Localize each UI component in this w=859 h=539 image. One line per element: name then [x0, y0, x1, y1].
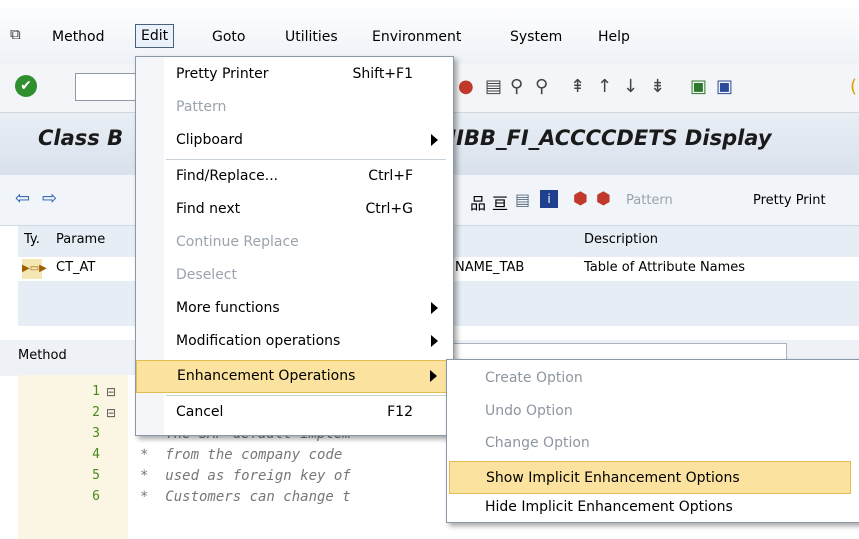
col-parameter-header: Parame [56, 232, 106, 247]
menu-item-cancel[interactable]: Cancel F12 [136, 397, 453, 430]
collapse-icon[interactable]: ⊟ [106, 406, 116, 420]
code-line: * Customers can change t [140, 489, 351, 505]
list-icon[interactable]: ▤ [515, 190, 530, 209]
menu-item-create-option: Create Option [485, 370, 583, 386]
menu-item-show-implicit-enhancement-options[interactable]: Show Implicit Enhancement Options [449, 461, 851, 494]
help-icon[interactable]: ( [850, 76, 857, 98]
line-number: 6 [92, 489, 100, 504]
menu-item-find-next[interactable]: Find next Ctrl+G [136, 194, 453, 227]
menu-item-pattern: Pattern [176, 99, 227, 115]
prev-page-icon[interactable]: ↑ [597, 76, 612, 98]
param-description: Table of Attribute Names [584, 260, 746, 275]
submenu-arrow-icon [430, 370, 437, 382]
changing-param-icon: ▶▭▶ [22, 259, 47, 279]
print-icon[interactable]: ▤ [485, 76, 502, 98]
menu-item-find-replace[interactable]: Find/Replace... Ctrl+F [136, 161, 453, 194]
enter-check-icon[interactable]: ✔ [15, 75, 37, 97]
menu-separator [166, 159, 446, 160]
menu-system[interactable]: System [510, 27, 562, 47]
menu-item-deselect: Deselect [176, 267, 237, 283]
pretty-printer-button[interactable]: Pretty Print [753, 193, 826, 208]
menu-item-change-option: Change Option [485, 435, 590, 451]
col-description-header: Description [584, 232, 659, 247]
menu-item-pretty-printer[interactable]: Pretty Printer Shift+F1 [136, 59, 453, 92]
line-number: 2 [92, 405, 100, 420]
code-line: * from the company code [140, 447, 343, 463]
submenu-arrow-icon [431, 335, 438, 347]
enhancement-operations-submenu: Create Option Undo Option Change Option … [446, 359, 859, 523]
line-number: 3 [92, 426, 100, 441]
enhancement-stop-icon[interactable]: ⬢ [596, 189, 611, 209]
submenu-arrow-icon [431, 302, 438, 314]
col-type-header: Ty. [24, 232, 40, 247]
menu-item-undo-option: Undo Option [485, 403, 573, 419]
pattern-button[interactable]: Pattern [626, 193, 673, 208]
menu-environment[interactable]: Environment [372, 27, 461, 47]
menu-item-enhancement-operations[interactable]: Enhancement Operations [136, 360, 453, 393]
back-arrow-icon[interactable]: ⇦ [15, 188, 30, 209]
menu-edit[interactable]: Edit [135, 24, 175, 48]
edit-menu: Pretty Printer Shift+F1 Pattern Clipboar… [135, 56, 454, 436]
param-name: CT_AT [56, 260, 96, 275]
find-next-icon[interactable]: ⚲ [535, 76, 548, 98]
next-page-icon[interactable]: ↓ [623, 76, 638, 98]
menu-item-modification-operations[interactable]: Modification operations [136, 326, 453, 359]
code-line: * used as foreign key of [140, 468, 351, 484]
menu-item-continue-replace: Continue Replace [176, 234, 299, 250]
last-page-icon[interactable]: ⇟ [650, 76, 665, 98]
shortcut-icon[interactable]: ▣ [716, 76, 733, 98]
structure-icon[interactable]: 亘 [492, 190, 508, 214]
line-number: 5 [92, 468, 100, 483]
forward-arrow-icon[interactable]: ⇨ [42, 188, 57, 209]
cancel-icon[interactable]: ● [458, 76, 474, 98]
find-icon[interactable]: ⚲ [510, 76, 523, 98]
command-field[interactable] [75, 73, 139, 101]
line-number: 1 [92, 384, 100, 399]
param-type: NAME_TAB [455, 260, 525, 275]
menu-item-more-functions[interactable]: More functions [136, 293, 453, 326]
line-number: 4 [92, 447, 100, 462]
menu-help[interactable]: Help [598, 27, 630, 47]
collapse-icon[interactable]: ⊟ [106, 385, 116, 399]
first-page-icon[interactable]: ⇞ [570, 76, 585, 98]
method-label: Method [18, 348, 67, 363]
info-icon[interactable]: i [540, 190, 558, 208]
menu-goto[interactable]: Goto [212, 27, 245, 47]
enhancement-icon[interactable]: ⬢ [573, 189, 588, 209]
new-session-icon[interactable]: ▣ [690, 76, 707, 98]
menu-method[interactable]: Method [52, 27, 105, 47]
submenu-arrow-icon [431, 134, 438, 146]
menu-utilities[interactable]: Utilities [285, 27, 338, 47]
menu-item-hide-implicit-enhancement-options[interactable]: Hide Implicit Enhancement Options [447, 494, 859, 521]
menu-item-clipboard[interactable]: Clipboard [136, 125, 453, 158]
menu-icon[interactable]: ⧉ [10, 25, 28, 43]
hierarchy-icon[interactable]: 品 [470, 190, 486, 214]
menu-separator [166, 395, 446, 396]
